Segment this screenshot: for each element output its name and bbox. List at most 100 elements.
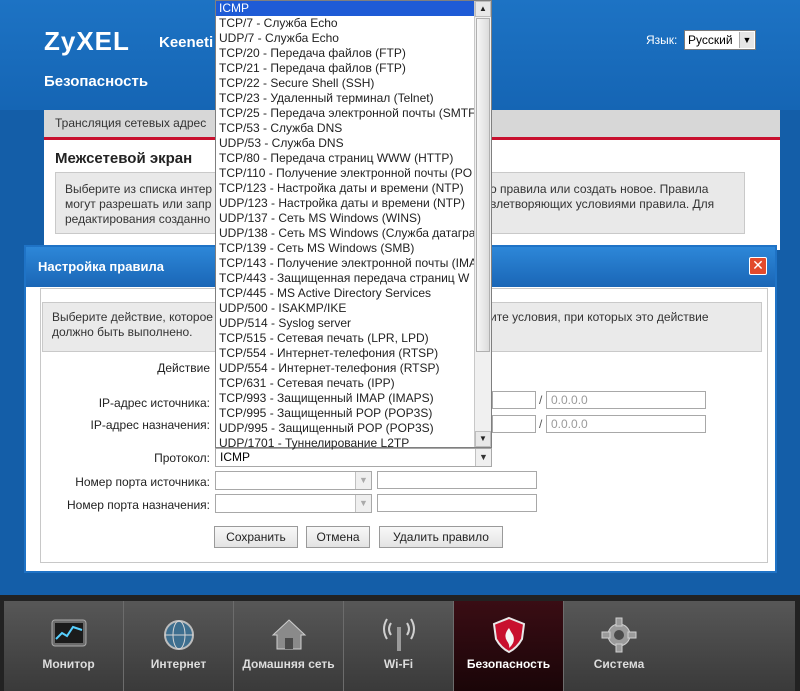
dropdown-items: ICMP TCP/7 - Служба Echo UDP/7 - Служба Ec… xyxy=(216,1,491,451)
dest-ip-input[interactable] xyxy=(492,415,536,433)
dropdown-option[interactable]: TCP/631 - Сетевая печать (IPP) xyxy=(216,376,474,391)
chevron-down-icon: ▼ xyxy=(355,495,371,512)
dropdown-option[interactable]: TCP/110 - Получение электронной почты (P… xyxy=(216,166,474,181)
dropdown-option[interactable]: TCP/25 - Передача электронной почты (SMT… xyxy=(216,106,474,121)
note-line: должно быть выполнено. xyxy=(52,325,193,339)
dropdown-option[interactable]: UDP/514 - Syslog server xyxy=(216,316,474,331)
scrollbar-thumb[interactable] xyxy=(476,18,490,352)
source-mask-input[interactable]: 0.0.0.0 xyxy=(546,391,706,409)
product-name: Keeneti xyxy=(159,34,214,51)
note-line: о правила или создать новое. Правила xyxy=(490,182,709,196)
taskbar-item-monitor[interactable]: Монитор xyxy=(14,601,124,691)
note-line: могут разрешать или запр xyxy=(65,197,212,211)
dropdown-option[interactable]: TCP/22 - Secure Shell (SSH) xyxy=(216,76,474,91)
save-button[interactable]: Сохранить xyxy=(214,526,298,548)
dropdown-option[interactable]: UDP/7 - Служба Echo xyxy=(216,31,474,46)
dropdown-option[interactable]: UDP/554 - Интернет-телефония (RTSP) xyxy=(216,361,474,376)
dropdown-option[interactable]: TCP/995 - Защищенный POP (POP3S) xyxy=(216,406,474,421)
gear-icon xyxy=(601,617,637,653)
dest-port-label: Номер порта назначения: xyxy=(66,498,210,512)
taskbar-label: Домашняя сеть xyxy=(242,657,335,671)
globe-icon xyxy=(163,620,194,650)
taskbar-item-system[interactable]: Система xyxy=(564,601,674,691)
monitor-icon xyxy=(51,619,86,647)
taskbar-label: Безопасность xyxy=(466,657,551,671)
dropdown-option[interactable]: UDP/53 - Служба DNS xyxy=(216,136,474,151)
dialog-title: Настройка правила xyxy=(38,259,164,274)
wifi-antenna-icon xyxy=(382,618,415,651)
taskbar-item-wifi[interactable]: Wi-Fi xyxy=(344,601,454,691)
language-value: Русский xyxy=(688,33,733,47)
tab-nat[interactable]: Трансляция сетевых адрес xyxy=(55,116,206,130)
chevron-down-icon: ▼ xyxy=(739,32,754,48)
taskbar-item-home-network[interactable]: Домашняя сеть xyxy=(234,601,344,691)
dropdown-option[interactable]: TCP/20 - Передача файлов (FTP) xyxy=(216,46,474,61)
taskbar-label: Wi-Fi xyxy=(383,657,414,671)
dropdown-option[interactable]: TCP/139 - Сеть MS Windows (SMB) xyxy=(216,241,474,256)
dest-port-select[interactable]: ▼ xyxy=(215,494,372,513)
dropdown-option[interactable]: UDP/995 - Защищенный POP (POP3S) xyxy=(216,421,474,436)
dropdown-option[interactable]: UDP/137 - Сеть MS Windows (WINS) xyxy=(216,211,474,226)
note-line: влетворяющих условиями правила. Для xyxy=(490,197,715,211)
language-select[interactable]: Русский ▼ xyxy=(684,30,756,50)
dest-ip-label: IP-адрес назначения: xyxy=(90,418,210,432)
source-port-input[interactable] xyxy=(377,471,537,489)
note-line: Выберите действие, которое xyxy=(52,310,213,324)
taskbar-item-internet[interactable]: Интернет xyxy=(124,601,234,691)
slash-separator: / xyxy=(539,417,543,431)
taskbar-label: Интернет xyxy=(150,657,207,671)
background-note-right: о правила или создать новое. Правила вле… xyxy=(490,182,740,212)
dropdown-option[interactable]: UDP/123 - Настройка даты и времени (NTP) xyxy=(216,196,474,211)
dropdown-option[interactable]: UDP/138 - Сеть MS Windows (Служба датагр… xyxy=(216,226,474,241)
chevron-down-icon: ▼ xyxy=(475,449,491,466)
dialog-note-left: Выберите действие, которое должно быть в… xyxy=(52,310,216,340)
dropdown-option[interactable]: ICMP xyxy=(216,1,474,16)
dropdown-option[interactable]: TCP/7 - Служба Echo xyxy=(216,16,474,31)
taskbar-item-security[interactable]: Безопасность xyxy=(454,601,564,691)
dropdown-option[interactable]: TCP/993 - Защищенный IMAP (IMAPS) xyxy=(216,391,474,406)
source-ip-label: IP-адрес источника: xyxy=(98,396,210,410)
dropdown-option[interactable]: TCP/445 - MS Active Directory Services xyxy=(216,286,474,301)
zyxel-logo: ZyXEL xyxy=(44,26,130,56)
scroll-up-icon[interactable]: ▲ xyxy=(475,1,491,17)
dropdown-option[interactable]: TCP/21 - Передача файлов (FTP) xyxy=(216,61,474,76)
dest-mask-input[interactable]: 0.0.0.0 xyxy=(546,415,706,433)
delete-rule-button[interactable]: Удалить правило xyxy=(379,526,503,548)
dropdown-option[interactable]: TCP/80 - Передача страниц WWW (HTTP) xyxy=(216,151,474,166)
protocol-value: ICMP xyxy=(220,450,250,464)
shield-icon xyxy=(492,616,525,654)
dropdown-option[interactable]: TCP/53 - Служба DNS xyxy=(216,121,474,136)
dialog-note-right: ите условия, при которых это действие xyxy=(490,310,730,325)
dropdown-option[interactable]: TCP/554 - Интернет-телефония (RTSP) xyxy=(216,346,474,361)
slash-separator: / xyxy=(539,393,543,407)
scroll-down-icon[interactable]: ▼ xyxy=(475,431,491,447)
background-note-left: Выберите из списка интер могут разрешать… xyxy=(65,182,215,227)
protocol-label: Протокол: xyxy=(154,451,210,465)
note-line: Выберите из списка интер xyxy=(65,182,213,196)
source-port-select[interactable]: ▼ xyxy=(215,471,372,490)
dropdown-option[interactable]: TCP/143 - Получение электронной почты (I… xyxy=(216,256,474,271)
taskbar-label: Монитор xyxy=(42,657,95,671)
dropdown-option[interactable]: UDP/500 - ISAKMP/IKE xyxy=(216,301,474,316)
language-label: Язык: xyxy=(646,33,678,47)
dropdown-scrollbar[interactable]: ▲ ▼ xyxy=(474,1,491,447)
note-line: редактирования созданно xyxy=(65,212,211,226)
taskbar-label: Система xyxy=(593,657,645,671)
source-port-label: Номер порта источника: xyxy=(75,475,210,489)
dropdown-option[interactable]: TCP/123 - Настройка даты и времени (NTP) xyxy=(216,181,474,196)
dropdown-option[interactable]: TCP/23 - Удаленный терминал (Telnet) xyxy=(216,91,474,106)
cancel-button[interactable]: Отмена xyxy=(306,526,370,548)
house-icon xyxy=(271,619,306,650)
source-ip-input[interactable] xyxy=(492,391,536,409)
note-line: ите условия, при которых это действие xyxy=(490,310,709,324)
dest-port-input[interactable] xyxy=(377,494,537,512)
page-title: Безопасность xyxy=(44,73,149,90)
dropdown-option[interactable]: TCP/443 - Защищенная передача страниц W xyxy=(216,271,474,286)
action-label: Действие xyxy=(157,361,210,375)
chevron-down-icon: ▼ xyxy=(355,472,371,489)
protocol-dropdown-list[interactable]: ICMP TCP/7 - Служба Echo UDP/7 - Служба Ec… xyxy=(215,0,492,451)
section-title-firewall: Межсетевой экран xyxy=(55,150,193,167)
dropdown-option[interactable]: UDP/1701 - Туннелирование L2TP xyxy=(216,436,474,451)
dropdown-option[interactable]: TCP/515 - Сетевая печать (LPR, LPD) xyxy=(216,331,474,346)
close-icon[interactable]: ✕ xyxy=(749,257,767,275)
